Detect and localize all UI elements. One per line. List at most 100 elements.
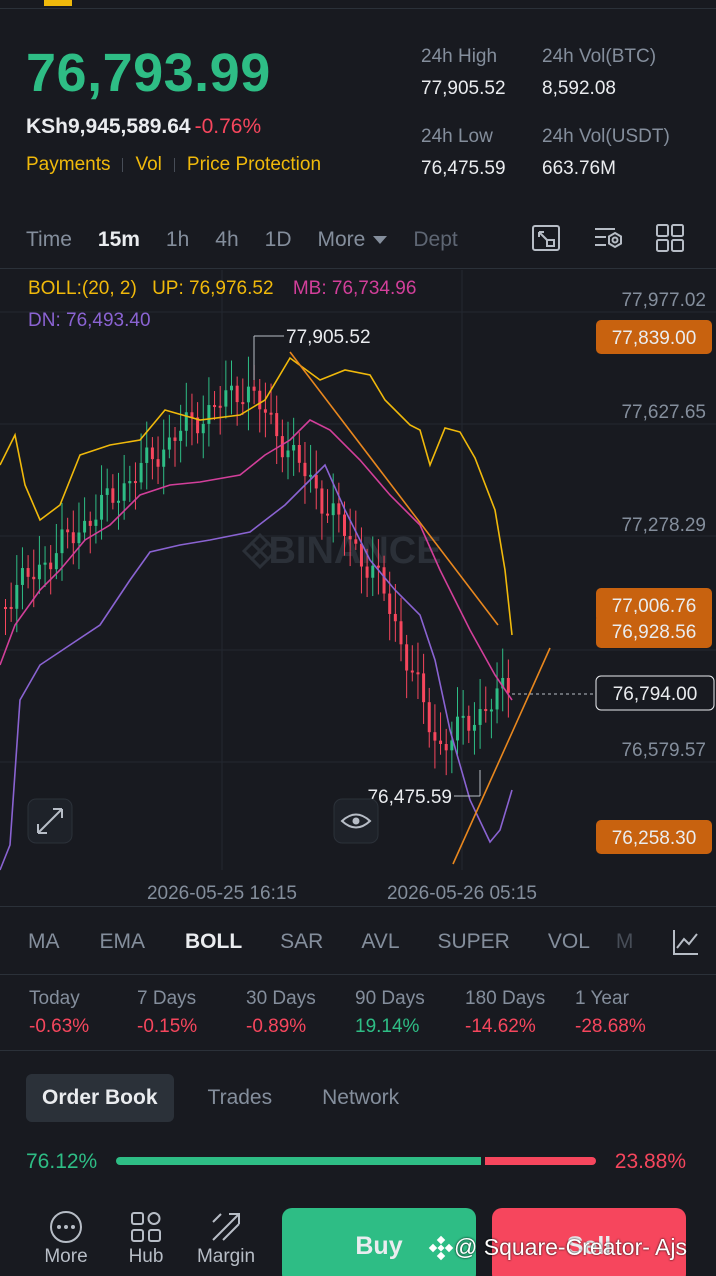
candle-body — [280, 436, 284, 458]
tab-4h[interactable]: 4h — [215, 228, 238, 252]
margin-arrows-icon — [212, 1213, 240, 1241]
indicator-more[interactable]: M — [616, 930, 634, 954]
chart-top-divider — [0, 268, 716, 269]
candle-body — [489, 709, 493, 712]
candle-body — [376, 565, 380, 568]
perf-label: 30 Days — [246, 988, 316, 1009]
candlestick-chart[interactable]: BINANCE 77,905.52 76,475.59 77,977.02 77,627… — [0, 270, 716, 910]
vol-link[interactable]: Vol — [135, 154, 161, 176]
candle-body — [218, 405, 222, 408]
candle-body — [133, 481, 137, 484]
nav-more[interactable]: More — [26, 1210, 106, 1268]
toggle-visibility-button[interactable] — [333, 798, 379, 844]
tab-15m[interactable]: 15m — [98, 228, 140, 252]
candle-body — [472, 724, 476, 731]
layout-grid-icon[interactable] — [654, 222, 686, 254]
candle-body — [456, 716, 459, 741]
candle-body — [167, 437, 171, 450]
price-tag-label: 76,258.30 — [612, 828, 697, 849]
perf-label: 180 Days — [465, 988, 546, 1009]
perf-value: -28.68% — [575, 1016, 646, 1037]
candle-body — [495, 688, 499, 710]
candle-body — [343, 514, 346, 536]
candle-body — [309, 474, 313, 477]
boll-upper-value: UP: 76,976.52 — [152, 278, 274, 299]
candle-body — [162, 449, 166, 467]
creator-watermark: @ Square-Creator- Ajs — [428, 1234, 687, 1261]
indicator-vol[interactable]: VOL — [548, 930, 590, 954]
indicator-sar[interactable]: SAR — [280, 930, 323, 954]
sell-ratio-bar — [485, 1157, 596, 1165]
perf-label: 7 Days — [137, 988, 197, 1009]
fullscreen-icon[interactable] — [530, 222, 562, 254]
watermark-diamond — [241, 540, 263, 562]
candle-body — [297, 444, 301, 463]
watermark-diamond — [249, 548, 271, 570]
perf-7-days: 7 Days -0.15% — [137, 988, 197, 1038]
candle-body — [128, 481, 132, 484]
candle-body — [292, 444, 296, 451]
payments-link[interactable]: Payments — [26, 154, 110, 176]
candle-body — [9, 607, 13, 609]
candle-body — [439, 740, 443, 745]
last-price: 76,793.99 — [26, 43, 271, 103]
candle-body — [230, 385, 233, 391]
low-annotation: 76,475.59 — [367, 787, 452, 808]
candle-body — [405, 644, 409, 671]
price-tag-label: 77,839.00 — [612, 328, 697, 349]
buy-ratio: 76.12% — [26, 1150, 98, 1173]
high-annotation: 77,905.52 — [286, 327, 371, 348]
candle-body — [150, 447, 154, 460]
tab-1h[interactable]: 1h — [166, 228, 189, 252]
tab-time[interactable]: Time — [26, 228, 72, 252]
creator-watermark-text: @ Square-Creator- Ajs — [454, 1234, 687, 1260]
perf-30-days: 30 Days -0.89% — [246, 988, 316, 1038]
candle-body — [444, 744, 448, 751]
candle-body — [105, 488, 109, 495]
candle-body — [32, 576, 36, 580]
expand-chart-button[interactable] — [27, 798, 73, 844]
tab-depth[interactable]: Dept — [413, 228, 457, 252]
candle-body — [246, 386, 250, 403]
24h-vol-btc-label: 24h Vol(BTC) — [542, 46, 657, 67]
candle-body — [4, 607, 7, 609]
candle-body — [422, 673, 426, 703]
perf-value: 19.14% — [355, 1016, 420, 1037]
indicator-chart-icon[interactable] — [670, 926, 702, 958]
eye-icon-pupil — [352, 817, 360, 825]
candle-body — [506, 677, 510, 693]
nav-hub[interactable]: Hub — [106, 1210, 186, 1268]
nav-more-label: More — [44, 1246, 88, 1267]
indicator-avl[interactable]: AVL — [361, 930, 399, 954]
chart-settings-icon[interactable] — [592, 222, 624, 254]
tab-trades[interactable]: Trades — [192, 1074, 289, 1122]
candle-body — [252, 386, 256, 391]
tab-1d[interactable]: 1D — [265, 228, 292, 252]
indicator-ma[interactable]: MA — [28, 930, 60, 954]
price-protection-link[interactable]: Price Protection — [187, 154, 321, 176]
candle-body — [117, 500, 120, 503]
candle-body — [83, 520, 87, 533]
candle-body — [66, 529, 70, 533]
perf-value: -0.89% — [246, 1016, 307, 1037]
nav-margin[interactable]: Margin — [186, 1210, 266, 1268]
boll-lower-line — [0, 463, 513, 871]
perf-90-days: 90 Days 19.14% — [355, 988, 425, 1038]
candle-body — [235, 385, 239, 403]
candle-body — [20, 568, 24, 585]
top-divider — [0, 8, 716, 9]
24h-vol-btc-value: 8,592.08 — [542, 78, 616, 99]
boll-lower-value: DN: 76,493.40 — [28, 310, 151, 331]
indicator-ema[interactable]: EMA — [100, 930, 146, 954]
candle-body — [331, 503, 335, 516]
candle-body — [467, 715, 471, 731]
tab-order-book[interactable]: Order Book — [26, 1074, 174, 1122]
candle-body — [359, 543, 363, 567]
tab-more[interactable]: More — [318, 228, 388, 252]
tab-network[interactable]: Network — [306, 1074, 415, 1122]
price-axis-label: 77,977.02 — [621, 290, 706, 311]
indicator-super[interactable]: SUPER — [438, 930, 510, 954]
candle-body — [94, 519, 98, 526]
link-separator — [173, 158, 175, 172]
indicator-boll[interactable]: BOLL — [185, 930, 242, 954]
